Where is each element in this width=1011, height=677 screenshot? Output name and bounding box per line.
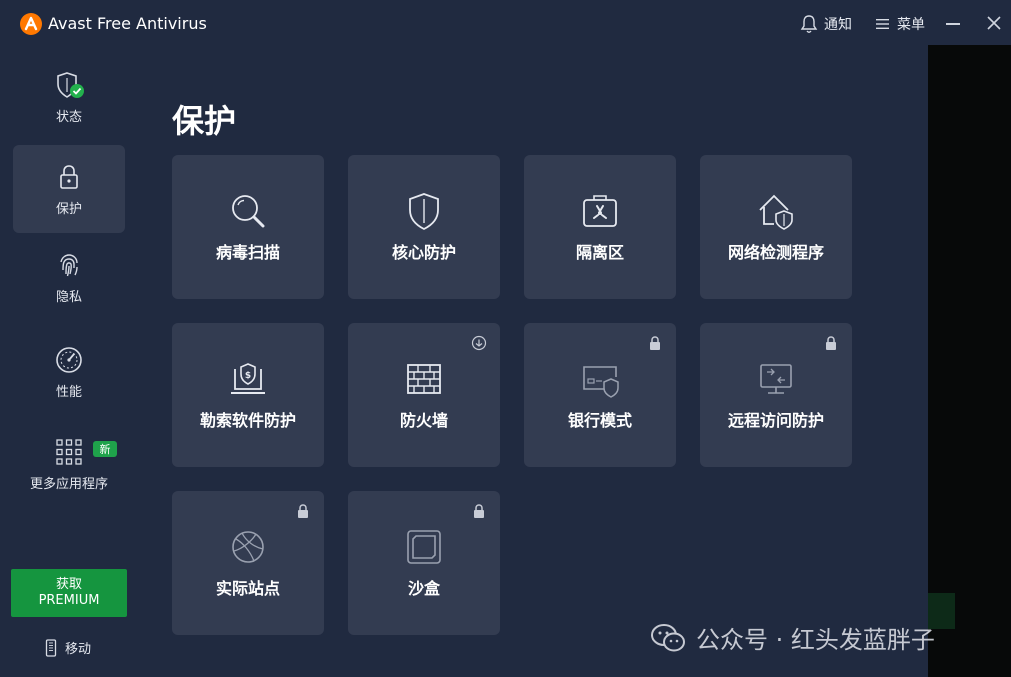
mobile-label: 移动 — [65, 642, 92, 657]
sidebar-item-label: 性能 — [55, 384, 82, 400]
get-premium-button[interactable]: 获取 PREMIUM — [11, 569, 127, 617]
grid-icon — [56, 438, 82, 465]
magnifier-icon — [232, 195, 265, 228]
tile-real-site[interactable]: 实际站点 — [172, 491, 324, 635]
mobile-link[interactable]: 移动 — [45, 638, 91, 657]
tile-ransomware-shield[interactable]: $ 勒索软件防护 — [172, 323, 324, 467]
tile-core-shields[interactable]: 核心防护 — [348, 155, 500, 299]
tile-bank-mode[interactable]: 银行模式 — [524, 323, 676, 467]
wechat-icon — [651, 623, 685, 651]
sidebar-item-more-apps[interactable]: 更多应用程序 — [13, 420, 125, 508]
watermark-text: 公众号 · 红头发蓝胖子 — [696, 626, 935, 654]
shield-check-icon — [57, 71, 84, 98]
background-outside-window — [928, 45, 1011, 677]
bell-icon — [800, 15, 818, 33]
close-icon[interactable] — [985, 14, 1003, 32]
premium-line-1: 获取 — [55, 577, 82, 592]
lock-icon — [298, 504, 308, 518]
sidebar-item-label: 保护 — [55, 201, 82, 217]
tile-label: 远程访问防护 — [727, 411, 824, 430]
sidebar-item-privacy[interactable]: 隐私 — [13, 233, 125, 321]
sandbox-icon — [407, 530, 441, 564]
sidebar-item-label: 状态 — [55, 109, 82, 125]
tile-label: 实际站点 — [215, 579, 280, 598]
tile-label: 网络检测程序 — [727, 243, 824, 262]
ransomware-laptop-icon: $ — [231, 363, 265, 394]
sidebar-item-label: 更多应用程序 — [29, 476, 108, 492]
minimize-button[interactable] — [946, 23, 960, 25]
quarantine-case-icon — [583, 195, 617, 227]
sidebar-item-status[interactable]: 状态 — [13, 53, 125, 141]
fingerprint-icon — [60, 253, 78, 276]
lock-icon — [826, 336, 836, 350]
card-shield-icon — [583, 366, 619, 398]
svg-text:$: $ — [245, 371, 251, 381]
shield-icon — [409, 193, 439, 231]
tile-label: 核心防护 — [391, 243, 456, 262]
download-icon[interactable] — [471, 335, 487, 351]
tile-firewall[interactable]: 防火墙 — [348, 323, 500, 467]
tile-virus-scan[interactable]: 病毒扫描 — [172, 155, 324, 299]
tile-remote-access-shield[interactable]: 远程访问防护 — [700, 323, 852, 467]
brick-wall-icon — [407, 364, 441, 394]
tile-label: 防火墙 — [399, 411, 448, 430]
avast-logo-icon — [20, 13, 42, 35]
tile-sandbox[interactable]: 沙盒 — [348, 491, 500, 635]
lock-icon — [60, 164, 78, 189]
menu-button[interactable]: 菜单 — [875, 14, 925, 34]
hamburger-icon — [876, 19, 889, 29]
remote-screen-icon — [760, 364, 792, 394]
sidebar-item-label: 隐私 — [55, 289, 82, 305]
app-window: Avast Free Antivirus 通知 菜单 状态 保护 隐私 性能 更… — [0, 0, 1011, 677]
window: Avast Free Antivirus 通知 菜单 状态 保护 隐私 性能 更… — [0, 0, 1011, 677]
lock-icon — [474, 504, 484, 518]
sidebar-item-protection[interactable]: 保护 — [13, 145, 125, 233]
tile-label: 勒索软件防护 — [199, 411, 296, 430]
page-title: 保护 — [172, 102, 237, 140]
tile-label: 隔离区 — [575, 243, 624, 262]
home-shield-icon — [759, 194, 793, 230]
tile-network-inspector[interactable]: 网络检测程序 — [700, 155, 852, 299]
new-badge: 新 — [93, 441, 117, 457]
globe-icon — [232, 531, 264, 563]
app-title: Avast Free Antivirus — [48, 14, 207, 33]
sidebar-item-performance[interactable]: 性能 — [13, 328, 125, 416]
notifications-button[interactable]: 通知 — [800, 14, 852, 34]
notifications-label: 通知 — [824, 17, 852, 33]
watermark: 公众号 · 红头发蓝胖子 — [650, 620, 935, 655]
premium-line-2: PREMIUM — [38, 593, 100, 608]
tile-label: 银行模式 — [567, 411, 632, 430]
title-bar: Avast Free Antivirus 通知 菜单 — [0, 0, 1011, 45]
tile-quarantine[interactable]: 隔离区 — [524, 155, 676, 299]
tile-label: 病毒扫描 — [215, 243, 280, 262]
tile-label: 沙盒 — [407, 579, 440, 598]
lock-icon — [650, 336, 660, 350]
menu-label: 菜单 — [897, 17, 925, 33]
phone-icon — [45, 638, 57, 657]
speedometer-icon — [56, 346, 82, 373]
